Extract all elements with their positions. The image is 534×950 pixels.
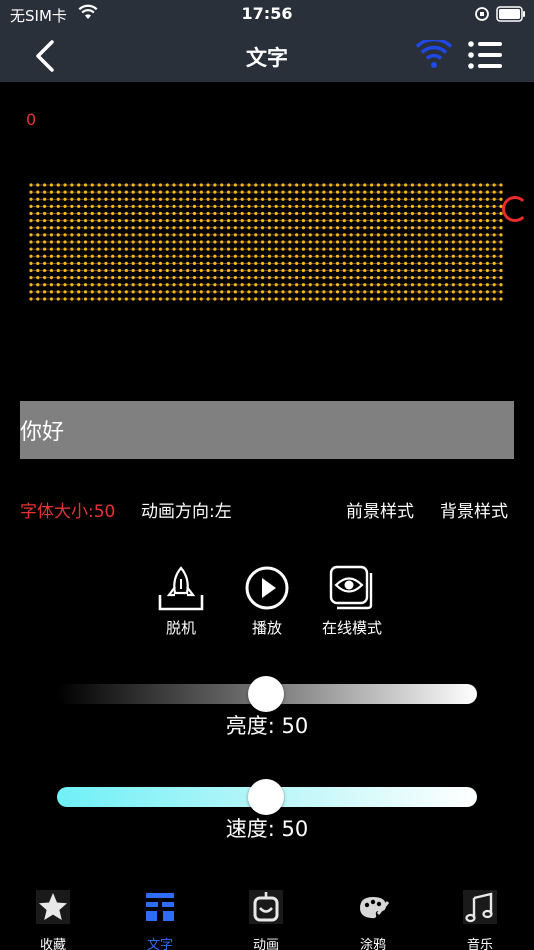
text-input[interactable]	[20, 401, 514, 459]
online-mode-label: 在线模式	[321, 619, 382, 637]
animation-direction-option[interactable]: 动画方向:左	[141, 497, 232, 522]
eye-cards-icon	[329, 565, 373, 610]
speed-label: 速度: 50	[225, 817, 309, 841]
led-preview-panel	[29, 183, 503, 301]
play-button[interactable]: 播放	[227, 565, 307, 638]
tab-label: 涂鸦	[359, 938, 386, 950]
tab-label: 音乐	[466, 938, 493, 950]
foreground-style-option[interactable]: 前景样式	[346, 497, 414, 522]
back-chevron-icon	[36, 40, 54, 72]
speed-slider-thumb[interactable]	[248, 779, 284, 815]
tab-animation[interactable]: 动画	[231, 890, 301, 950]
palette-icon	[360, 897, 390, 919]
page-title: 文字	[246, 46, 288, 70]
brightness-slider-thumb[interactable]	[248, 676, 284, 712]
tab-label: 动画	[252, 938, 279, 950]
tab-label: 收藏	[39, 938, 66, 950]
scroll-handle[interactable]	[502, 196, 528, 222]
text-icon	[146, 893, 174, 921]
tab-text[interactable]: 文字	[125, 890, 195, 950]
list-menu-icon	[468, 41, 502, 69]
tab-doodle[interactable]: 涂鸦	[338, 890, 408, 950]
tab-bar: 收藏 文字 动画 涂鸦 音乐	[0, 888, 534, 950]
offline-button[interactable]: 脱机	[141, 565, 221, 638]
menu-button[interactable]	[466, 39, 504, 71]
nav-bar: 文字	[0, 30, 534, 82]
tab-favorites[interactable]: 收藏	[18, 890, 88, 950]
frame-counter: 0	[26, 110, 37, 129]
wifi-icon	[415, 37, 453, 68]
rotation-lock-icon	[474, 6, 490, 26]
wifi-connect-button[interactable]	[415, 37, 453, 70]
rocket-icon	[158, 566, 204, 611]
tab-music[interactable]: 音乐	[445, 890, 515, 950]
star-icon	[36, 890, 70, 924]
background-style-option[interactable]: 背景样式	[440, 497, 508, 522]
play-label: 播放	[251, 619, 282, 637]
battery-icon	[496, 6, 526, 26]
play-icon	[245, 566, 289, 610]
font-size-option[interactable]: 字体大小:50	[20, 497, 115, 522]
brightness-label: 亮度: 50	[225, 714, 309, 738]
animation-icon	[249, 890, 283, 924]
offline-label: 脱机	[165, 619, 196, 637]
music-icon	[463, 890, 497, 924]
status-bar: 无SIM卡 17:56	[0, 0, 534, 30]
tab-label: 文字	[146, 938, 173, 950]
back-button[interactable]	[30, 38, 64, 74]
clock: 17:56	[241, 4, 293, 23]
online-mode-button[interactable]: 在线模式	[312, 565, 392, 638]
